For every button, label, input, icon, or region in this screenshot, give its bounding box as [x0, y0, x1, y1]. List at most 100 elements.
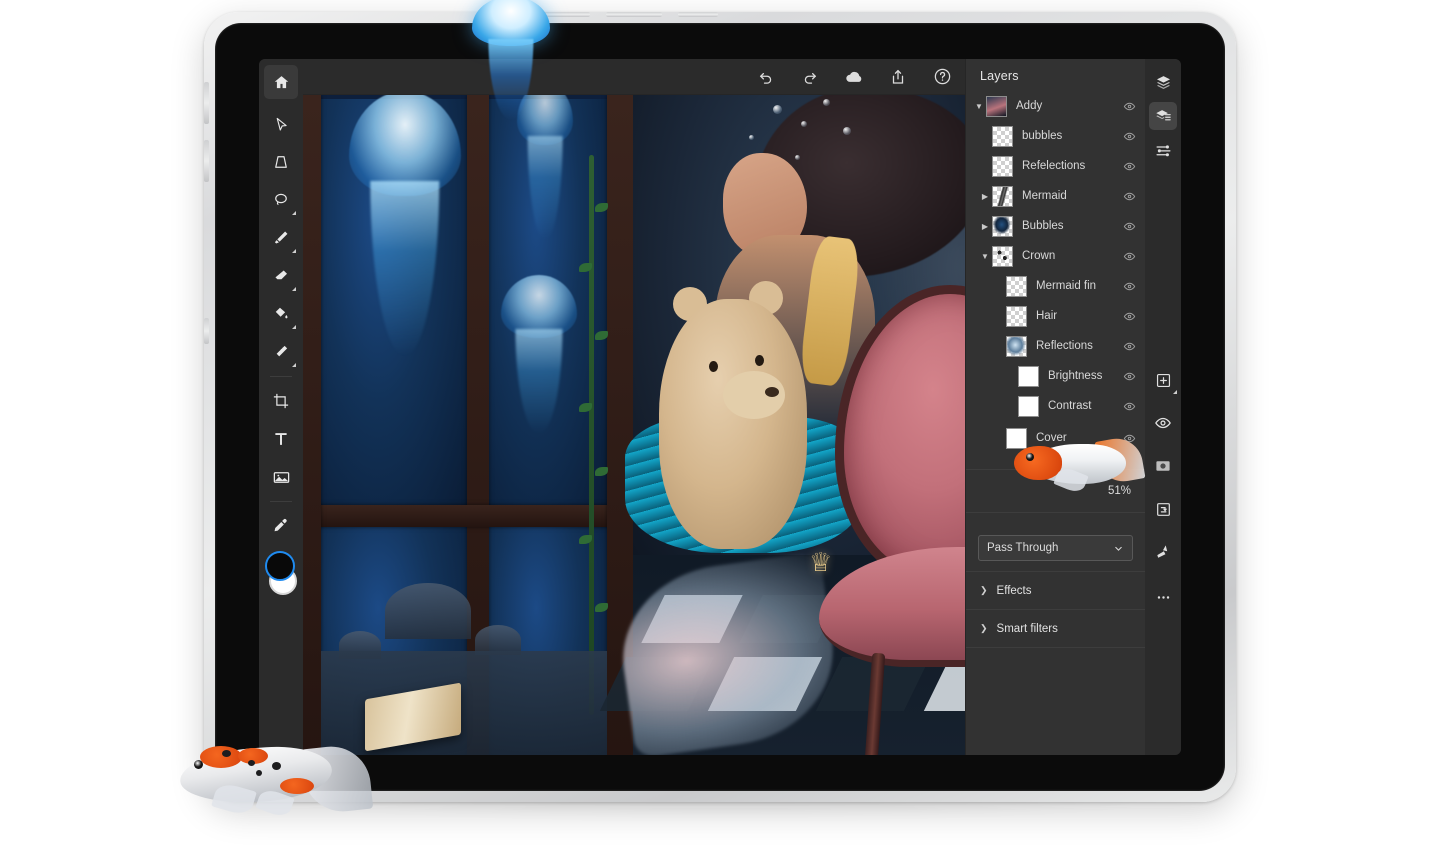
chair-seat	[819, 547, 965, 667]
rail-mask-button[interactable]	[1149, 452, 1177, 480]
tool-eraser[interactable]	[264, 259, 298, 293]
tools-sidebar	[259, 59, 303, 755]
layers-list-icon	[1155, 109, 1171, 120]
thumbnail-preview	[987, 96, 1006, 116]
paintbrush-icon	[274, 231, 288, 244]
rail-add-layer-button[interactable]	[1149, 366, 1177, 394]
foreground-color-swatch[interactable]	[265, 551, 295, 581]
eye-icon[interactable]	[1121, 280, 1137, 293]
undo-arrow-icon	[759, 72, 772, 84]
device-power-button[interactable]	[204, 318, 209, 344]
layer-thumbnail	[992, 215, 1013, 237]
twisty-right-icon[interactable]: ▶	[978, 222, 992, 231]
rail-layer-properties-button[interactable]	[1149, 102, 1177, 130]
table-row[interactable]: Contrast	[966, 391, 1145, 421]
twisty-down-icon[interactable]: ▼	[972, 102, 986, 111]
thumbnail-preview	[1007, 336, 1026, 356]
layer-name: Hair	[1036, 310, 1058, 322]
device-top-button-1[interactable]	[534, 12, 590, 17]
image-icon	[273, 471, 289, 483]
device-screen: ♕ Layers ▼ Addy bubbles Refelections ▶ M…	[259, 59, 1181, 755]
right-rail	[1145, 59, 1181, 755]
ornate-chair	[819, 285, 965, 755]
device-volume-down-button[interactable]	[204, 140, 209, 182]
canvas-area: ♕	[303, 59, 965, 755]
rail-more-button[interactable]	[1149, 583, 1177, 611]
tool-crop[interactable]	[264, 384, 298, 418]
table-row[interactable]: bubbles	[966, 121, 1145, 151]
eye-icon[interactable]	[1121, 340, 1137, 353]
table-row[interactable]: ▼ Addy	[966, 91, 1145, 121]
tool-submenu-caret	[292, 363, 296, 367]
table-row[interactable]: Refelections	[966, 151, 1145, 181]
twisty-down-icon[interactable]: ▼	[978, 252, 992, 261]
tool-smudge[interactable]	[264, 335, 298, 369]
cloud-button[interactable]	[841, 64, 867, 90]
eyedropper-icon	[274, 519, 287, 532]
eye-icon[interactable]	[1121, 100, 1137, 113]
tool-home[interactable]	[264, 65, 298, 99]
magic-wand-icon	[1157, 545, 1168, 558]
chair-backrest	[835, 285, 965, 585]
eye-icon[interactable]	[1121, 160, 1137, 173]
tool-lasso[interactable]	[264, 183, 298, 217]
layer-thumbnail	[1018, 365, 1039, 387]
device-top-button-3[interactable]	[678, 12, 718, 17]
table-row[interactable]: Reflections	[966, 331, 1145, 361]
table-row[interactable]: ▼ Crown	[966, 241, 1145, 271]
water-bubble	[843, 127, 851, 135]
smudge-icon	[276, 345, 288, 357]
color-swatches[interactable]	[264, 551, 298, 597]
device-top-button-2[interactable]	[606, 12, 662, 17]
eye-icon[interactable]	[1121, 220, 1137, 233]
table-row[interactable]: Brightness	[966, 361, 1145, 391]
help-button[interactable]	[929, 64, 955, 90]
table-row[interactable]: Mermaid fin	[966, 271, 1145, 301]
tool-type[interactable]	[264, 422, 298, 456]
share-button[interactable]	[885, 64, 911, 90]
eye-icon[interactable]	[1121, 190, 1137, 203]
redo-button[interactable]	[797, 64, 823, 90]
window-frame-left	[303, 95, 321, 755]
table-row[interactable]: Hair	[966, 301, 1145, 331]
water-bubble	[823, 99, 830, 106]
smart-filters-section[interactable]: ❯ Smart filters	[966, 609, 1145, 647]
effects-section[interactable]: ❯ Effects	[966, 571, 1145, 609]
rail-quick-actions-button[interactable]	[1149, 538, 1177, 566]
water-bubble	[801, 121, 807, 127]
chevron-right-icon: ❯	[980, 623, 988, 633]
eye-icon[interactable]	[1121, 370, 1137, 383]
artwork-canvas[interactable]: ♕	[303, 95, 965, 755]
tool-fill[interactable]	[264, 297, 298, 331]
table-row[interactable]: ▶ Bubbles	[966, 211, 1145, 241]
table-row[interactable]: ▶ Mermaid	[966, 181, 1145, 211]
blend-mode-select[interactable]: Pass Through	[978, 535, 1133, 561]
tool-brush[interactable]	[264, 221, 298, 255]
chair-leg-front-left	[861, 652, 886, 755]
opacity-row[interactable]: 51%	[966, 474, 1145, 508]
tool-submenu-caret	[292, 287, 296, 291]
tool-transform[interactable]	[264, 145, 298, 179]
eye-icon[interactable]	[1121, 130, 1137, 143]
tool-place-image[interactable]	[264, 460, 298, 494]
eye-icon[interactable]	[1121, 310, 1137, 323]
panel-divider	[966, 469, 1145, 470]
tool-select[interactable]	[264, 107, 298, 141]
eye-icon[interactable]	[1121, 250, 1137, 263]
layer-name: Mermaid	[1022, 190, 1067, 202]
rail-layer-stack-button[interactable]	[1149, 68, 1177, 96]
layer-thumbnail	[992, 155, 1013, 177]
layer-thumbnail	[992, 125, 1013, 147]
tool-eyedropper[interactable]	[264, 509, 298, 543]
water-bubble	[773, 105, 782, 114]
eye-icon[interactable]	[1121, 432, 1137, 445]
device-volume-up-button[interactable]	[204, 82, 209, 124]
rail-adjustments-button[interactable]	[1149, 136, 1177, 164]
eye-icon[interactable]	[1121, 400, 1137, 413]
twisty-right-icon[interactable]: ▶	[978, 192, 992, 201]
water-bubble	[795, 155, 800, 160]
rail-visibility-button[interactable]	[1149, 409, 1177, 437]
undo-button[interactable]	[753, 64, 779, 90]
rail-clipping-button[interactable]	[1149, 495, 1177, 523]
table-row[interactable]: Cover	[966, 421, 1145, 455]
